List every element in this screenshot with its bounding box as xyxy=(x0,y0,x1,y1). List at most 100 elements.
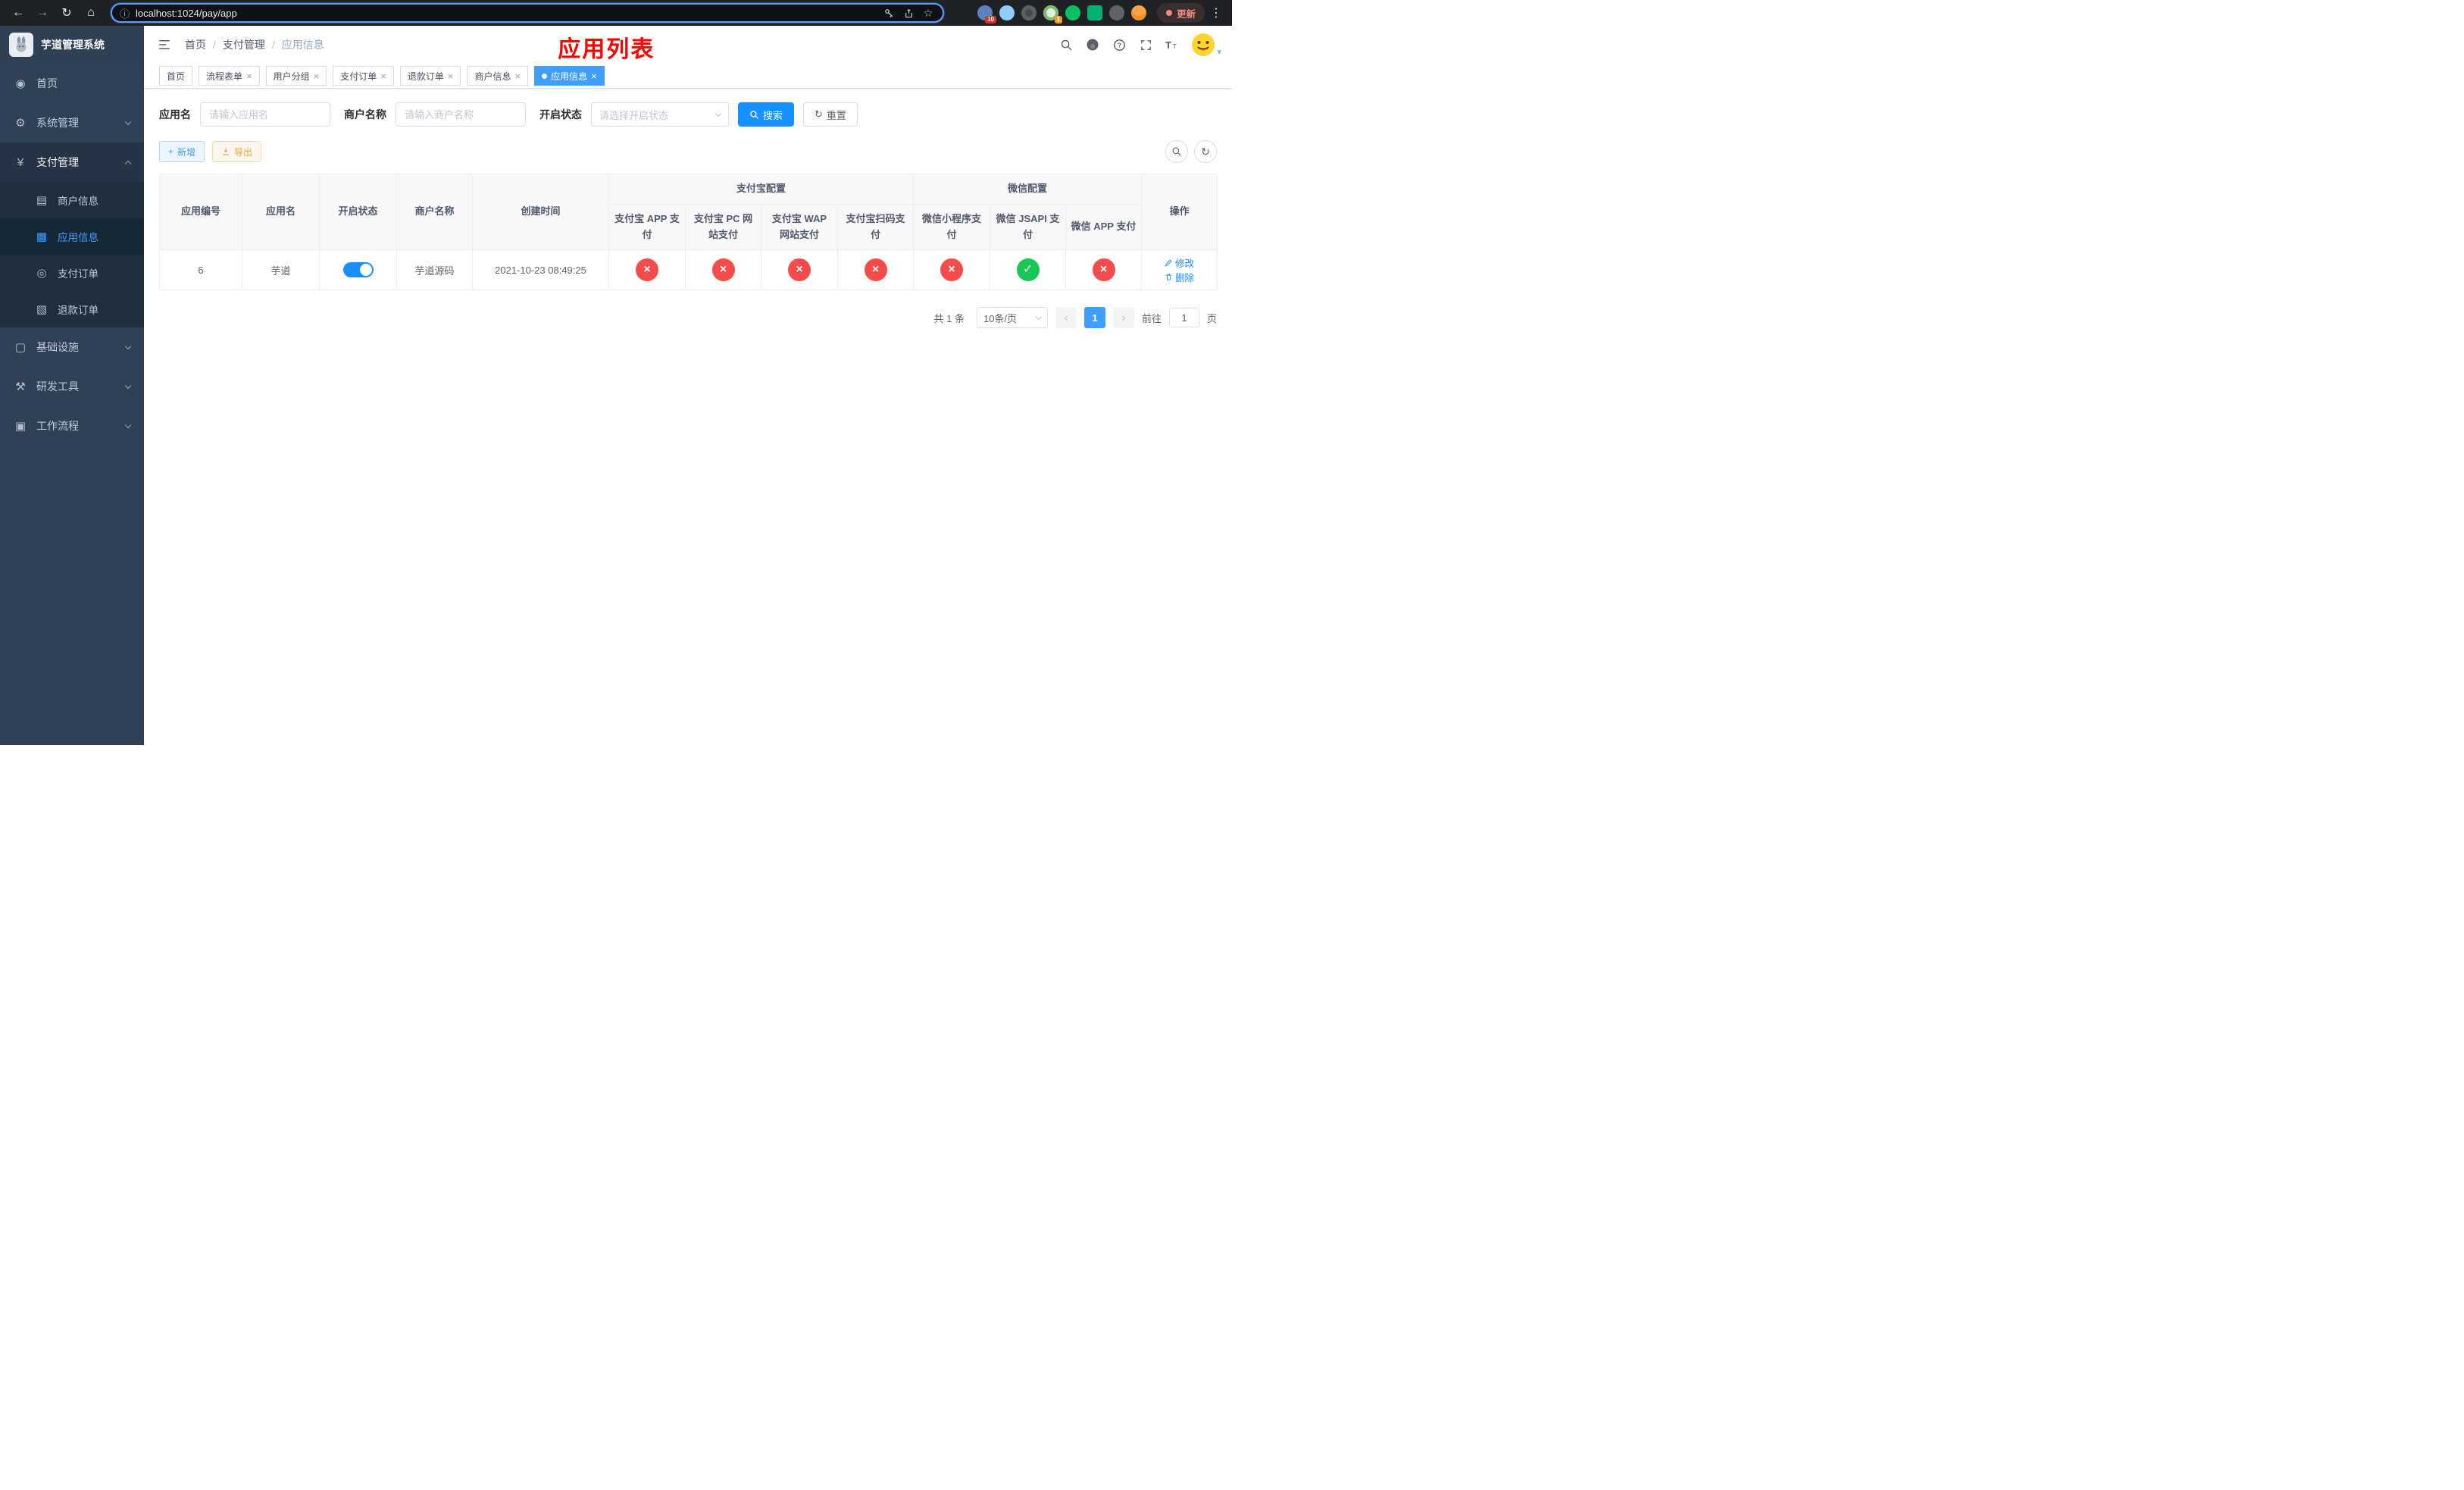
alipay-qr-status-icon: × xyxy=(864,258,887,282)
col-header-status: 开启状态 xyxy=(319,173,397,251)
extension-icon-3[interactable] xyxy=(1021,5,1037,20)
breadcrumb-payment[interactable]: 支付管理 xyxy=(223,37,265,52)
bookmark-star-icon[interactable]: ☆ xyxy=(921,6,935,20)
col-header-alipay-wap: 支付宝 WAP 网站支付 xyxy=(761,203,838,251)
update-dot-icon xyxy=(1165,10,1172,16)
wx-app-status-icon: × xyxy=(1092,258,1115,282)
workflow-icon: ▣ xyxy=(14,420,27,433)
breadcrumb-home[interactable]: 首页 xyxy=(185,37,206,52)
search-button[interactable]: 搜索 xyxy=(738,102,795,127)
browser-menu-icon[interactable]: ⋮ xyxy=(1208,5,1224,20)
tab-merchant-info[interactable]: 商户信息 × xyxy=(467,66,529,86)
page-content: 应用名 商户名称 开启状态 请选择开启状态 搜索 ↻ 重置 xyxy=(144,89,1232,745)
extensions-strip: 10 1 xyxy=(970,5,1146,23)
url-text: localhost:1024/pay/app xyxy=(136,7,237,19)
extension-icon-4[interactable]: 1 xyxy=(1043,5,1062,23)
sidebar-item-refund-orders[interactable]: ▧ 退款订单 xyxy=(0,291,144,327)
toggle-search-button[interactable] xyxy=(1165,140,1188,163)
tab-home[interactable]: 首页 xyxy=(159,66,193,86)
goto-page-input[interactable] xyxy=(1168,308,1199,328)
col-header-wx-app: 微信 APP 支付 xyxy=(1065,203,1143,251)
cell-app-name: 芋道 xyxy=(242,249,320,291)
refresh-table-button[interactable]: ↻ xyxy=(1194,140,1217,163)
user-avatar[interactable]: ▾ xyxy=(1191,33,1221,57)
tags-view-bar: 首页 流程表单 × 用户分组 × 支付订单 × 退款订单 × 商户信息 × 应用… xyxy=(144,64,1232,89)
font-size-icon[interactable]: TT xyxy=(1165,37,1180,52)
close-icon[interactable]: × xyxy=(591,71,597,81)
sidebar-item-app-info[interactable]: ▦ 应用信息 xyxy=(0,218,144,255)
browser-back-icon[interactable]: ← xyxy=(8,2,29,23)
sidebar-item-merchant-info[interactable]: ▤ 商户信息 xyxy=(0,182,144,218)
merchant-name-label: 商户名称 xyxy=(344,108,386,121)
sidebar-item-workflow[interactable]: ▣ 工作流程 xyxy=(0,406,144,446)
sidebar-item-dev-tools[interactable]: ⚒ 研发工具 xyxy=(0,367,144,406)
export-button[interactable]: 导出 xyxy=(212,141,262,162)
search-icon[interactable] xyxy=(1058,37,1074,52)
edit-link[interactable]: 修改 xyxy=(1165,255,1194,270)
sidebar-item-label: 支付管理 xyxy=(36,156,79,168)
close-icon[interactable]: × xyxy=(380,71,386,81)
status-switch[interactable] xyxy=(342,262,374,278)
plus-icon: + xyxy=(168,146,174,157)
browser-forward-icon[interactable]: → xyxy=(32,2,53,23)
pagination: 共 1 条 10条/页 ‹ 1 › 前往 页 xyxy=(159,307,1217,329)
merchant-name-input[interactable] xyxy=(396,102,526,127)
page-size-select[interactable]: 10条/页 xyxy=(976,307,1048,329)
tab-user-group[interactable]: 用户分组 × xyxy=(265,66,327,86)
extension-icon-6[interactable] xyxy=(1087,5,1102,20)
extension-icon-7[interactable] xyxy=(1130,5,1146,20)
next-page-button[interactable]: › xyxy=(1112,307,1134,329)
prev-page-button[interactable]: ‹ xyxy=(1055,307,1077,329)
status-select[interactable]: 请选择开启状态 xyxy=(591,102,729,127)
github-icon[interactable] xyxy=(1085,37,1100,52)
search-form: 应用名 商户名称 开启状态 请选择开启状态 搜索 ↻ 重置 xyxy=(159,102,1217,127)
sidebar-item-home[interactable]: ◉ 首页 xyxy=(0,64,144,103)
sidebar-item-infrastructure[interactable]: ▢ 基础设施 xyxy=(0,327,144,367)
delete-link[interactable]: 删除 xyxy=(1165,270,1194,284)
sidebar-item-label: 系统管理 xyxy=(36,117,79,129)
add-button[interactable]: + 新增 xyxy=(159,141,205,162)
breadcrumb-separator: / xyxy=(271,39,275,51)
payment-submenu: ▤ 商户信息 ▦ 应用信息 ◎ 支付订单 ▧ 退款订单 xyxy=(0,182,144,327)
sidebar-fold-icon[interactable] xyxy=(155,35,174,55)
sidebar-item-label: 首页 xyxy=(36,77,58,89)
reset-button[interactable]: ↻ 重置 xyxy=(803,102,858,127)
sidebar-item-system[interactable]: ⚙ 系统管理 xyxy=(0,103,144,142)
col-header-id: 应用编号 xyxy=(159,173,242,251)
page-size-value: 10条/页 xyxy=(983,312,1018,324)
site-info-icon[interactable]: ⓘ xyxy=(120,6,130,20)
fullscreen-icon[interactable] xyxy=(1138,37,1153,52)
tab-app-info[interactable]: 应用信息 × xyxy=(534,66,605,86)
tab-pay-order[interactable]: 支付订单 × xyxy=(333,66,394,86)
page-number-1[interactable]: 1 xyxy=(1083,307,1105,329)
chevron-down-icon xyxy=(1035,313,1043,321)
close-icon[interactable]: × xyxy=(246,71,252,81)
browser-reload-icon[interactable]: ↻ xyxy=(56,2,77,23)
password-key-icon[interactable] xyxy=(882,6,896,20)
help-icon[interactable]: ? xyxy=(1112,37,1127,52)
extension-icon-2[interactable] xyxy=(999,5,1015,20)
tab-process-form[interactable]: 流程表单 × xyxy=(199,66,260,86)
sidebar-item-label: 退款订单 xyxy=(58,305,98,316)
close-icon[interactable]: × xyxy=(514,71,521,81)
app-logo: 芋道管理系统 xyxy=(0,26,144,64)
sidebar-item-pay-orders[interactable]: ◎ 支付订单 xyxy=(0,255,144,291)
rabbit-logo-icon xyxy=(9,33,33,57)
col-header-merchant: 商户名称 xyxy=(396,173,473,251)
close-icon[interactable]: × xyxy=(448,71,454,81)
address-bar[interactable]: ⓘ localhost:1024/pay/app ☆ xyxy=(111,3,944,23)
sidebar-item-payment[interactable]: ¥ 支付管理 xyxy=(0,142,144,182)
dashboard-icon: ◉ xyxy=(15,77,26,90)
extension-icon-1[interactable]: 10 xyxy=(977,5,996,23)
share-icon[interactable] xyxy=(902,6,915,20)
app-name-input[interactable] xyxy=(200,102,330,127)
extensions-puzzle-icon[interactable] xyxy=(1108,5,1124,20)
browser-update-button[interactable]: 更新 xyxy=(1156,3,1205,23)
chevron-down-icon xyxy=(124,118,132,125)
extension-icon-5[interactable] xyxy=(1065,5,1080,20)
close-icon[interactable]: × xyxy=(314,71,320,81)
browser-home-icon[interactable]: ⌂ xyxy=(80,2,102,23)
sidebar: 芋道管理系统 ◉ 首页 ⚙ 系统管理 ¥ 支付管理 ▤ 商户信息 ▦ 应用信息 … xyxy=(0,26,144,745)
tab-refund-order[interactable]: 退款订单 × xyxy=(399,66,461,86)
screen: ← → ↻ ⌂ ⓘ localhost:1024/pay/app ☆ 10 1 xyxy=(0,0,1232,745)
